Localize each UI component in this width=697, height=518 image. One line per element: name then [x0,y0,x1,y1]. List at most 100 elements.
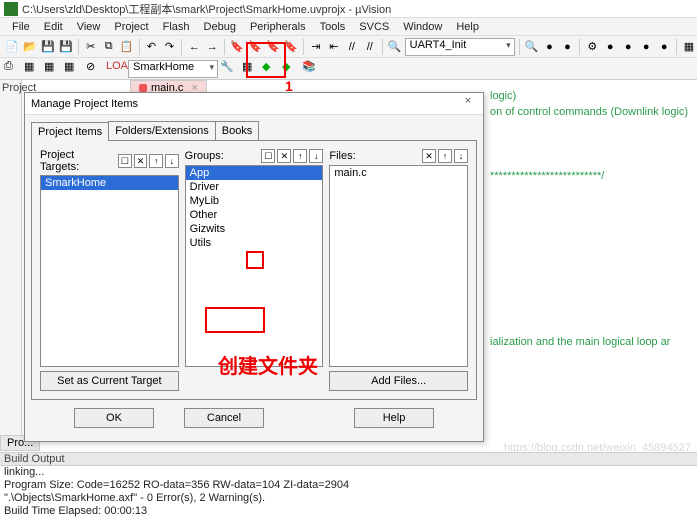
project-panel: Project [0,80,22,440]
group-item[interactable]: Utils [186,236,323,250]
delete-file-icon[interactable]: ✕ [422,149,436,163]
find-combo[interactable]: UART4_Init [405,38,515,56]
config-icon[interactable]: ⚙ [584,38,600,56]
cut-icon[interactable]: ✂ [83,38,99,56]
build-line: Build Time Elapsed: 00:00:13 [4,505,697,518]
tool4-icon[interactable]: ● [656,38,672,56]
outdent-icon[interactable]: ⇤ [326,38,342,56]
menu-window[interactable]: Window [397,19,448,35]
delete-target-icon[interactable]: ✕ [134,154,148,168]
group-item[interactable]: Gizwits [186,222,323,236]
menubar: File Edit View Project Flash Debug Perip… [0,18,697,36]
indent-icon[interactable]: ⇥ [308,38,324,56]
files-listbox[interactable]: main.c [329,165,468,367]
annotation-label-1: 1 [285,78,293,94]
batch-icon[interactable]: ▦ [64,60,82,78]
moveup-icon[interactable]: ↑ [438,149,452,163]
menu-view[interactable]: View [71,19,107,35]
nav-back-icon[interactable]: ← [186,38,202,56]
moveup-icon[interactable]: ↑ [149,154,163,168]
tab-books[interactable]: Books [215,121,260,140]
set-current-target-button[interactable]: Set as Current Target [40,371,179,391]
menu-edit[interactable]: Edit [38,19,69,35]
file-icon [139,84,147,92]
window-title: C:\Users\zld\Desktop\工程副本\smark\Project\… [22,1,391,17]
rebuild-icon[interactable]: ▦ [44,60,62,78]
save-icon[interactable]: 💾 [40,38,56,56]
movedown-icon[interactable]: ↓ [309,149,323,163]
targets-listbox[interactable]: SmarkHome [40,175,179,367]
toolbar-main: 📄 📂 💾 💾 ✂ ⧉ 📋 ↶ ↷ ← → 🔖 🔖 🔖 🔖 ⇥ ⇤ // // … [0,36,697,58]
movedown-icon[interactable]: ↓ [454,149,468,163]
delete-group-icon[interactable]: ✕ [277,149,291,163]
uncomment-icon[interactable]: // [362,38,378,56]
group-item[interactable]: MyLib [186,194,323,208]
tool2-icon[interactable]: ● [620,38,636,56]
menu-file[interactable]: File [6,19,36,35]
manage-items-icon[interactable]: ▦ [242,60,260,78]
dialog-titlebar: Manage Project Items × [25,93,483,115]
build-icon[interactable]: ▦ [24,60,42,78]
tab-folders-extensions[interactable]: Folders/Extensions [108,121,216,140]
insert-icon[interactable]: ● [559,38,575,56]
target-item[interactable]: SmarkHome [41,176,178,190]
close-icon[interactable]: × [459,95,477,113]
download-icon[interactable]: LOAD [106,60,124,78]
app-icon [4,2,18,16]
nav-fwd-icon[interactable]: → [204,38,220,56]
code-line: ialization and the main logical loop ar [490,334,697,350]
saveall-icon[interactable]: 💾 [58,38,74,56]
watermark: https://blog.csdn.net/weixin_45894527 [504,442,691,454]
new-icon[interactable]: 📄 [4,38,20,56]
copy-icon[interactable]: ⧉ [101,38,117,56]
new-group-icon[interactable]: ☐ [261,149,275,163]
tab-project-items[interactable]: Project Items [31,122,109,141]
bookmark-icon[interactable]: 🔖 [229,38,245,56]
translate-icon[interactable]: ⎙ [4,60,22,78]
menu-debug[interactable]: Debug [198,19,242,35]
toolbar-build: ⎙ ▦ ▦ ▦ ⊘ LOAD SmarkHome 🔧 ▦ ◆ ◆ 📚 [0,58,697,80]
group-item[interactable]: Other [186,208,323,222]
menu-project[interactable]: Project [108,19,154,35]
bookmark-prev-icon[interactable]: 🔖 [247,38,263,56]
targets-label: Project Targets: [40,149,114,173]
group-item[interactable]: App [186,166,323,180]
options-icon[interactable]: 🔧 [220,60,238,78]
movedown-icon[interactable]: ↓ [165,154,179,168]
code-line: on of control commands (Downlink logic) [490,104,697,120]
file-item[interactable]: main.c [330,166,467,180]
menu-tools[interactable]: Tools [314,19,352,35]
manage-rte-icon[interactable]: ◆ [262,60,280,78]
bookmark-next-icon[interactable]: 🔖 [265,38,281,56]
menu-help[interactable]: Help [450,19,485,35]
window-icon[interactable]: ▦ [681,38,697,56]
ok-button[interactable]: OK [74,408,154,428]
find-icon[interactable]: 🔍 [387,38,403,56]
project-panel-label: Project [0,80,21,96]
add-files-button[interactable]: Add Files... [329,371,468,391]
tool1-icon[interactable]: ● [602,38,618,56]
debug-icon[interactable]: 🔍 [524,38,540,56]
undo-icon[interactable]: ↶ [144,38,160,56]
tool3-icon[interactable]: ● [638,38,654,56]
moveup-icon[interactable]: ↑ [293,149,307,163]
group-item[interactable]: Driver [186,180,323,194]
stop-icon[interactable]: ⊘ [86,60,104,78]
comment-icon[interactable]: // [344,38,360,56]
bookmark-clear-icon[interactable]: 🔖 [283,38,299,56]
cancel-button[interactable]: Cancel [184,408,264,428]
paste-icon[interactable]: 📋 [119,38,135,56]
menu-peripherals[interactable]: Peripherals [244,19,312,35]
groups-listbox[interactable]: App Driver MyLib Other Gizwits Utils [185,165,324,367]
menu-svcs[interactable]: SVCS [353,19,395,35]
redo-icon[interactable]: ↷ [162,38,178,56]
build-output: linking... Program Size: Code=16252 RO-d… [0,466,697,518]
menu-flash[interactable]: Flash [157,19,196,35]
help-button[interactable]: Help [354,408,434,428]
pack-icon[interactable]: ◆ [282,60,300,78]
books-icon[interactable]: 📚 [302,60,320,78]
target-combo[interactable]: SmarkHome [128,60,218,78]
new-target-icon[interactable]: ☐ [118,154,132,168]
breakpoint-icon[interactable]: ● [541,38,557,56]
open-icon[interactable]: 📂 [22,38,38,56]
